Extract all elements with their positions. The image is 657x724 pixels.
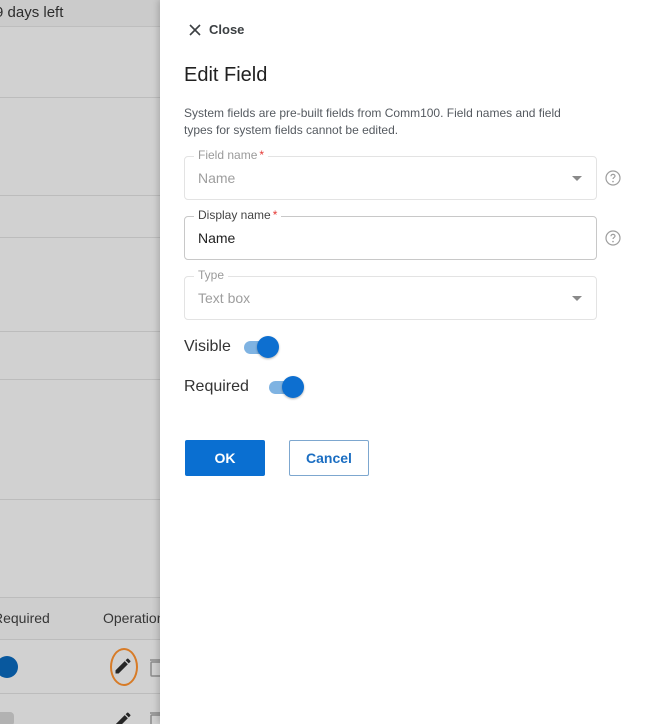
visible-label: Visible [184, 338, 231, 355]
field-name-label: Field name * [194, 148, 269, 162]
cancel-button[interactable]: Cancel [289, 440, 369, 476]
help-circle-icon[interactable] [605, 230, 621, 246]
toggle-knob [256, 336, 279, 358]
type-select: Type Text box [184, 268, 597, 320]
visible-toggle-row: Visible [184, 336, 280, 358]
required-toggle[interactable] [267, 376, 305, 398]
toggle-knob [281, 376, 304, 398]
required-label: Required [184, 378, 249, 395]
drawer-title: Edit Field [184, 64, 268, 86]
overlay-shade[interactable] [0, 0, 160, 724]
chevron-down-icon [572, 176, 582, 181]
display-name-field: Display name * [184, 208, 597, 260]
visible-toggle[interactable] [242, 336, 280, 358]
help-circle-icon[interactable] [605, 170, 621, 186]
close-button[interactable]: Close [188, 22, 244, 37]
system-field-description: System fields are pre-built fields from … [184, 106, 561, 137]
field-name-select: Field name * Name [184, 148, 597, 200]
display-name-input[interactable] [198, 230, 578, 246]
field-name-value: Name [198, 170, 236, 186]
background-page: 9 days left Required Operation [0, 0, 160, 724]
chevron-down-icon [572, 296, 582, 301]
close-icon [189, 23, 201, 36]
type-label: Type [194, 268, 229, 282]
display-name-label: Display name * [194, 208, 282, 222]
type-value: Text box [198, 290, 251, 306]
edit-field-drawer: Close Edit Field System fields are pre-b… [160, 0, 657, 724]
ok-button[interactable]: OK [185, 440, 265, 476]
required-toggle-row: Required [184, 376, 305, 398]
close-label: Close [209, 22, 245, 37]
